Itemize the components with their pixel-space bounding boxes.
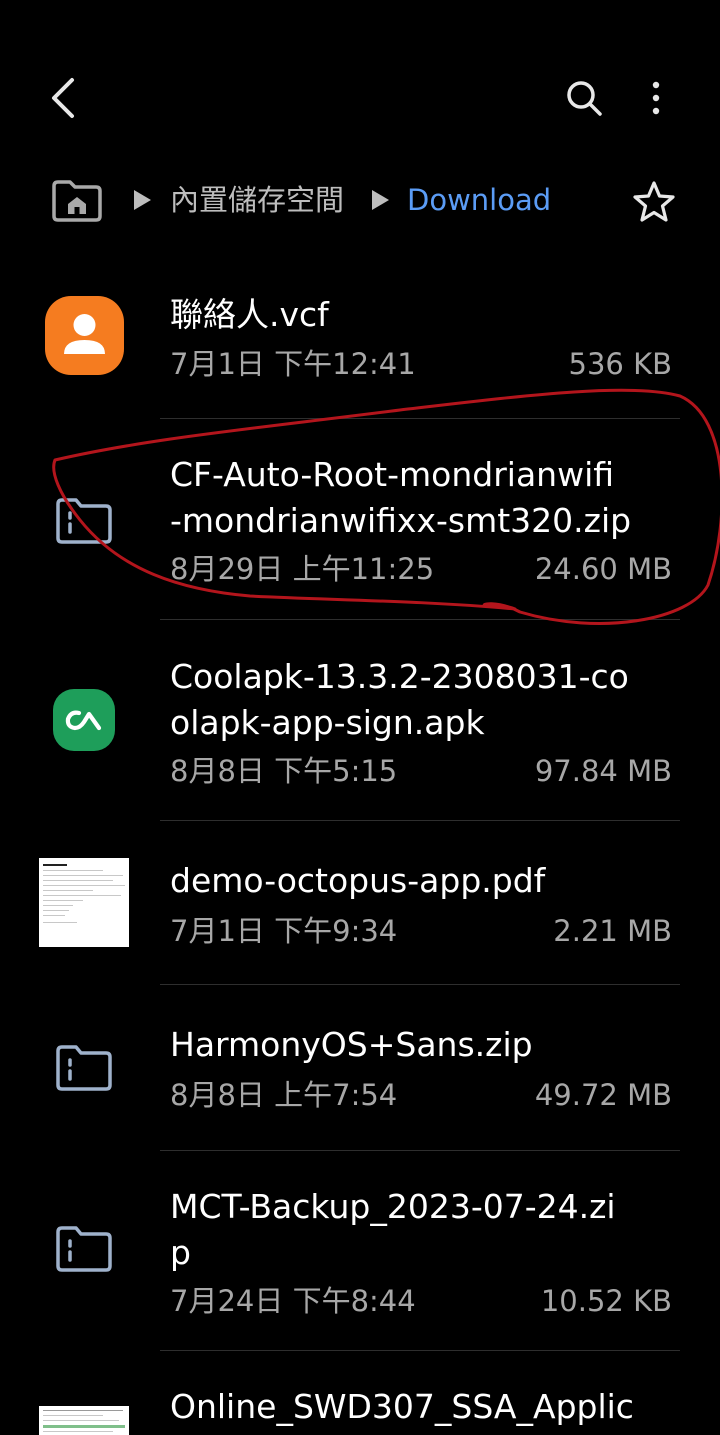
search-button[interactable] — [556, 70, 612, 126]
zip-folder-icon — [54, 496, 114, 546]
file-date: 7月1日 下午12:41 — [170, 347, 416, 381]
file-date: 8月29日 上午11:25 — [170, 552, 435, 586]
divider — [160, 1350, 680, 1351]
file-size: 49.72 MB — [534, 1078, 672, 1112]
back-arrow-icon — [52, 78, 74, 118]
file-name-line-1: CF-Auto-Root-mondrianwifi — [170, 455, 615, 494]
back-button[interactable] — [36, 70, 92, 126]
breadcrumb-item-download[interactable]: Download — [407, 178, 551, 222]
file-name: HarmonyOS+Sans.zip — [170, 1025, 533, 1064]
file-size: 97.84 MB — [534, 754, 672, 788]
file-size: 10.52 KB — [540, 1284, 672, 1318]
pdf-thumbnail — [39, 858, 129, 947]
more-vert-icon — [652, 81, 660, 115]
file-date: 7月1日 下午9:34 — [170, 914, 398, 948]
file-size: 24.60 MB — [534, 552, 672, 586]
file-row-mct-backup[interactable]: MCT-Backup_2023-07-24.zi p 7月24日 下午8:44 … — [0, 1172, 720, 1350]
more-options-button[interactable] — [628, 70, 684, 126]
file-row-cf-auto-root[interactable]: CF-Auto-Root-mondrianwifi -mondrianwifix… — [0, 440, 720, 618]
file-name: Online_SWD307_SSA_Applic — [170, 1387, 634, 1426]
file-name: 聯絡人.vcf — [170, 295, 329, 334]
search-icon — [567, 81, 602, 116]
breadcrumb-separator-icon — [134, 190, 151, 210]
contact-icon — [45, 296, 124, 375]
file-row-online-swd307[interactable]: Online_SWD307_SSA_Applic — [0, 1376, 720, 1435]
divider — [160, 984, 680, 985]
file-row-harmonyos[interactable]: HarmonyOS+Sans.zip 8月8日 上午7:54 49.72 MB — [0, 1010, 720, 1150]
file-size: 536 KB — [568, 347, 672, 381]
file-name-line-1: Coolapk-13.3.2-2308031-co — [170, 657, 629, 696]
home-folder-icon — [52, 180, 102, 222]
divider — [160, 418, 680, 419]
file-date: 8月8日 上午7:54 — [170, 1078, 398, 1112]
file-date: 8月8日 下午5:15 — [170, 754, 398, 788]
breadcrumb: 內置儲存空間 Download — [0, 160, 720, 244]
breadcrumb-home-button[interactable] — [50, 178, 104, 224]
breadcrumb-separator-icon — [372, 190, 389, 210]
document-thumbnail — [39, 1406, 129, 1435]
divider — [160, 1150, 680, 1151]
file-row-vcf[interactable]: 聯絡人.vcf 7月1日 下午12:41 536 KB — [0, 280, 720, 418]
file-name: demo-octopus-app.pdf — [170, 861, 546, 900]
coolapk-app-icon — [53, 689, 115, 751]
zip-folder-icon — [54, 1224, 114, 1274]
breadcrumb-item-internal-storage[interactable]: 內置儲存空間 — [170, 178, 344, 222]
file-size: 2.21 MB — [553, 914, 672, 948]
file-date: 7月24日 下午8:44 — [170, 1284, 416, 1318]
file-row-coolapk[interactable]: Coolapk-13.3.2-2308031-co olapk-app-sign… — [0, 642, 720, 820]
divider — [160, 820, 680, 821]
file-name-line-2: olapk-app-sign.apk — [170, 703, 485, 742]
divider — [160, 619, 680, 620]
file-row-pdf[interactable]: demo-octopus-app.pdf 7月1日 下午9:34 2.21 MB — [0, 848, 720, 984]
file-name-line-2: p — [170, 1233, 191, 1272]
favorite-button[interactable] — [630, 178, 678, 226]
file-name-line-1: MCT-Backup_2023-07-24.zi — [170, 1187, 616, 1226]
file-name-line-2: -mondrianwifixx-smt320.zip — [170, 501, 632, 540]
zip-folder-icon — [54, 1043, 114, 1093]
star-outline-icon — [633, 181, 675, 222]
